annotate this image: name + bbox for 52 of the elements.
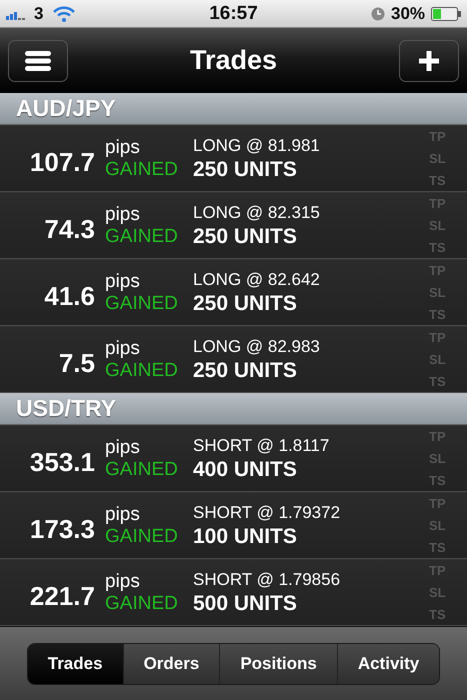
pips-value: 107.7: [28, 146, 95, 178]
units-label: 100 UNITS: [193, 524, 298, 548]
pips-unit: pips: [105, 136, 141, 158]
plus-icon: [419, 50, 439, 70]
wifi-icon: [53, 6, 76, 22]
units-label: 400 UNITS: [193, 458, 298, 482]
menu-icon: [25, 50, 51, 70]
units-label: 250 UNITS: [193, 158, 298, 182]
pips-value: 7.5: [58, 347, 95, 379]
position-side: LONG @ 82.983: [193, 336, 321, 356]
alarm-clock-icon: [370, 6, 385, 20]
section-header: USD/TRY: [0, 393, 467, 425]
position-side: SHORT @ 1.79372: [193, 502, 342, 522]
units-label: 250 UNITS: [193, 224, 298, 248]
result-label: GAINED: [105, 526, 179, 548]
units-label: 250 UNITS: [193, 358, 298, 382]
units-label: 250 UNITS: [193, 292, 298, 316]
result-label: GAINED: [105, 158, 179, 180]
segment-tab[interactable]: Positions: [219, 644, 337, 684]
pips-unit: pips: [105, 338, 141, 360]
result-label: GAINED: [105, 360, 179, 382]
pips-value: 41.6: [43, 280, 95, 312]
battery-percent: 30%: [390, 4, 426, 24]
pips-value: 221.7: [28, 580, 95, 612]
clock-time: 16:57: [209, 2, 258, 24]
pips-unit: pips: [105, 570, 141, 592]
battery-icon: [431, 6, 462, 20]
pips-unit: pips: [105, 204, 141, 226]
pips-unit: pips: [105, 436, 141, 458]
add-button[interactable]: [399, 40, 459, 82]
position-side: LONG @ 82.315: [193, 202, 321, 222]
result-label: GAINED: [105, 226, 179, 248]
segment-tab[interactable]: Trades: [28, 644, 123, 684]
segment-tab[interactable]: Orders: [122, 644, 220, 684]
position-side: LONG @ 81.981: [193, 136, 321, 156]
result-label: GAINED: [105, 292, 179, 314]
result-label: GAINED: [105, 592, 179, 614]
menu-button[interactable]: [8, 40, 68, 82]
units-label: 500 UNITS: [193, 592, 298, 616]
pips-value: 74.3: [43, 213, 95, 245]
position-side: LONG @ 82.642: [193, 270, 321, 290]
segment-tab[interactable]: Activity: [336, 644, 440, 684]
pips-value: 173.3: [28, 513, 95, 545]
position-side: SHORT @ 1.8117: [193, 436, 330, 456]
screen-title: Trades: [190, 45, 278, 76]
pips-value: 353.1: [28, 446, 95, 478]
pips-unit: pips: [105, 270, 141, 292]
pips-unit: pips: [105, 504, 141, 526]
position-side: SHORT @ 1.79856: [193, 570, 342, 590]
carrier-label: 3: [34, 4, 44, 24]
section-header: AUD/JPY: [0, 93, 467, 125]
result-label: GAINED: [105, 458, 179, 480]
